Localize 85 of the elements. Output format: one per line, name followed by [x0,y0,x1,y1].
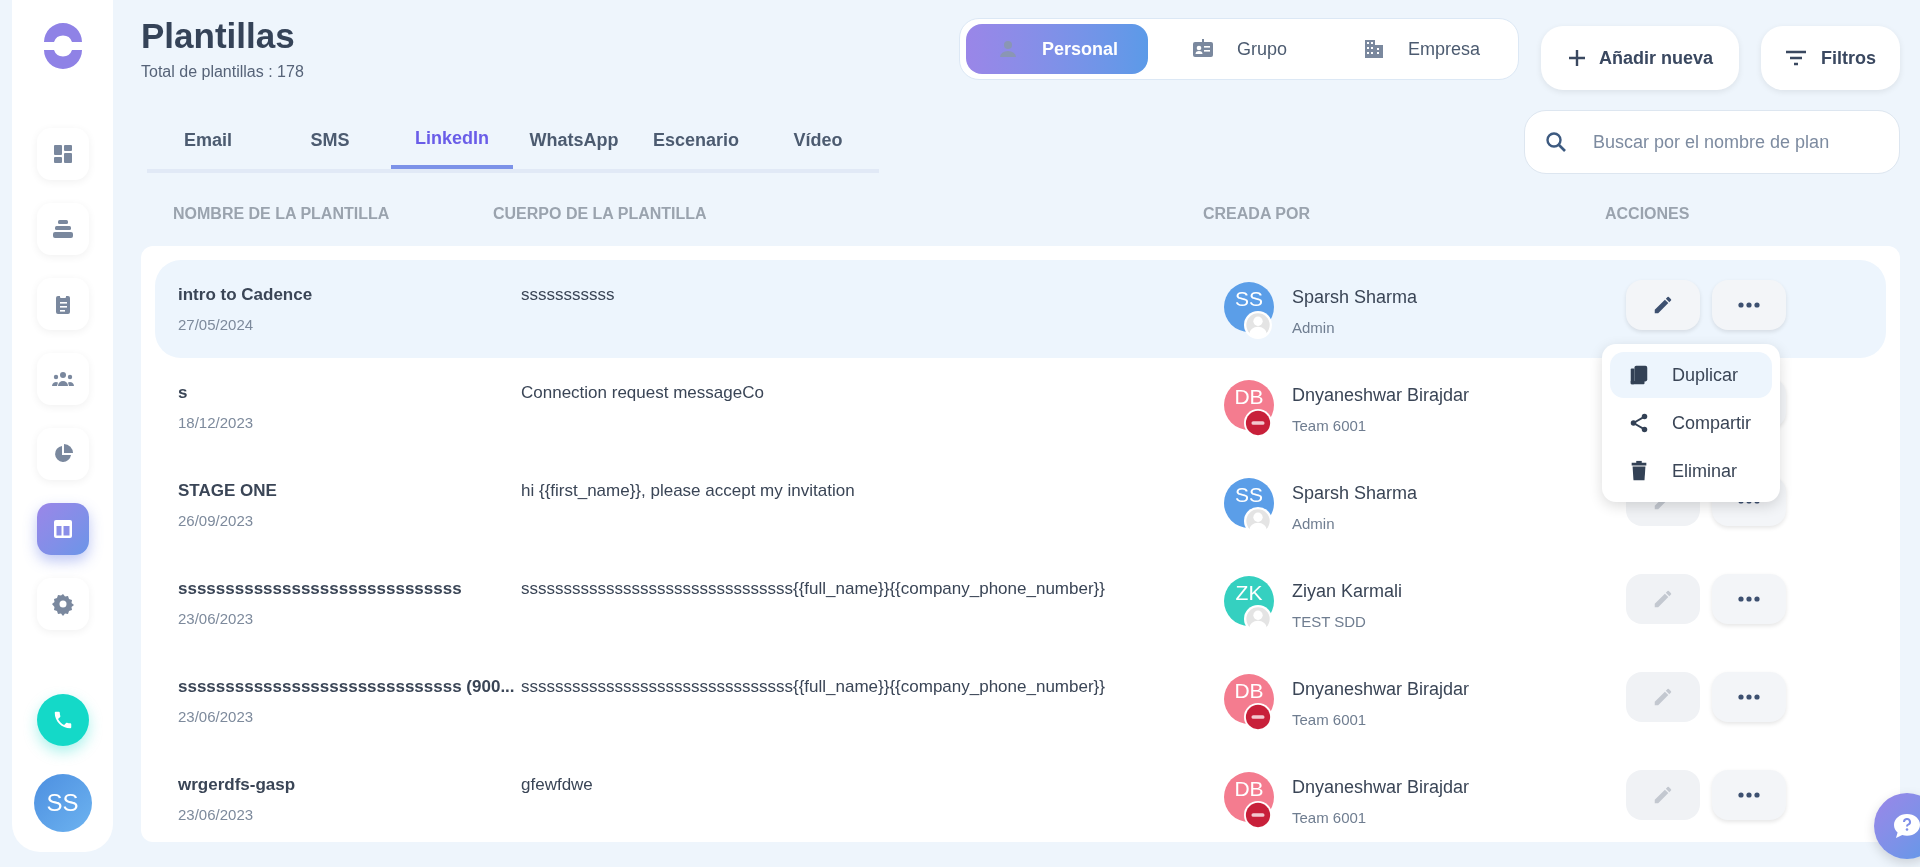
channel-tab[interactable]: WhatsApp [513,111,635,169]
creator-name: Sparsh Sharma [1292,482,1418,505]
sidebar-nav-button[interactable] [36,578,89,630]
plus-icon [1566,48,1587,68]
selected-row-background[interactable]: intro to Cadence 27/05/2024 sssssssssss SS Sparsh Sharma Admin [155,260,1886,358]
sidebar-nav-button[interactable] [36,278,89,330]
template-date: 27/05/2024 [178,314,254,335]
creator-role: Team 6001 [1292,416,1367,436]
creator-role: Admin [1292,514,1335,534]
template-name: s [178,382,188,404]
filter-button[interactable]: Filtros [1761,26,1900,90]
pencil-icon [1652,588,1674,610]
scope-tab[interactable]: Empresa [1329,24,1512,74]
template-body: ssssssssssssssssssssssssssssssss{{full_name}}{{company_phone_number}} [521,677,1105,696]
pencil-icon [1652,294,1674,316]
column-header: NOMBRE DE LA PLANTILLA [173,205,390,222]
search-icon [1544,130,1568,154]
table-row[interactable]: ssssssssssssssssssssssssssssss (900... 23/06/2023 ssssssssssssssssssssssssssssssss{{full_name}}{{company_phone_number}} DB Dnyaneshwar Birajdar Team 6001 [155,674,1600,732]
more-icon [1738,302,1760,308]
creator-role: Admin [1292,318,1335,338]
more-options-button[interactable] [1712,280,1786,330]
filter-icon [1785,50,1807,66]
channel-tab[interactable]: Email [147,111,269,169]
template-name: wrgerdfs-gasp [178,774,296,796]
search-field[interactable]: Buscar por el nombre de plan [1524,110,1900,174]
call-button[interactable] [36,694,89,746]
sidebar-nav-button[interactable] [36,503,89,555]
template-date: 23/06/2023 [178,706,254,727]
table-row[interactable]: s 18/12/2023 Connection request messageCo DB Dnyaneshwar Birajdar Team 6001 [155,380,1600,438]
sidebar-nav-button[interactable] [36,203,89,255]
column-header: ACCIONES [1605,205,1690,222]
channel-tab[interactable]: LinkedIn [391,111,513,169]
more-options-button[interactable] [1712,672,1786,722]
template-body: hi {{first_name}}, please accept my invitation [521,481,855,500]
creator-name: Sparsh Sharma [1292,286,1418,309]
template-body: gfewfdwe [521,775,593,794]
template-body: ssssssssssssssssssssssssssssssss{{full_name}}{{company_phone_number}} [521,579,1105,598]
pencil-icon [1652,686,1674,708]
menu-item[interactable]: Eliminar [1610,448,1772,494]
template-date: 18/12/2023 [178,412,254,433]
creator-role: TEST SDD [1292,612,1366,632]
edit-button[interactable] [1626,280,1700,330]
template-name: ssssssssssssssssssssssssssssss [178,578,462,600]
share-icon [1628,411,1650,435]
more-options-button[interactable] [1712,770,1786,820]
channel-tab[interactable]: Escenario [635,111,757,169]
creator-name: Dnyaneshwar Birajdar [1292,776,1470,799]
template-name: ssssssssssssssssssssssssssssss (900... [178,676,515,698]
column-header: CREADA POR [1203,205,1310,222]
creator-role: Team 6001 [1292,808,1367,828]
template-date: 26/09/2023 [178,510,254,531]
creator-name: Dnyaneshwar Birajdar [1292,384,1470,407]
creator-name: Dnyaneshwar Birajdar [1292,678,1470,701]
template-body: Connection request messageCo [521,383,764,402]
menu-item[interactable]: Compartir [1610,400,1772,446]
channel-tab[interactable]: Vídeo [757,111,879,169]
table-row[interactable]: ssssssssssssssssssssssssssssss 23/06/2023 ssssssssssssssssssssssssssssssss{{full_name}}{{company_phone_number}} ZK Ziyan Karmali TEST SDD [155,576,1600,634]
column-header: CUERPO DE LA PLANTILLA [493,205,707,222]
add-new-button[interactable]: Añadir nueva [1540,26,1739,90]
more-options-button[interactable] [1712,574,1786,624]
template-name: intro to Cadence [178,284,313,306]
more-icon [1738,694,1760,700]
scope-tab[interactable]: Grupo [1147,24,1330,74]
page-title: Plantillas [141,15,296,57]
menu-item[interactable]: Duplicar [1610,352,1772,398]
stack-icon [50,217,75,241]
template-body: sssssssssss [521,285,615,304]
creator-name: Ziyan Karmali [1292,580,1403,603]
creator-role: Team 6001 [1292,710,1367,730]
table-row[interactable]: wrgerdfs-gasp 23/06/2023 gfewfdwe DB Dnyaneshwar Birajdar Team 6001 [155,772,1600,830]
table-row[interactable]: STAGE ONE 26/09/2023 hi {{first_name}}, please accept my invitation SS Sparsh Sharma Admin [155,478,1600,536]
help-chat-icon [1892,812,1920,840]
more-icon [1738,792,1760,798]
channel-tab[interactable]: SMS [269,111,391,169]
copy-icon [1628,363,1650,387]
sidebar-nav-button[interactable] [36,428,89,480]
template-date: 23/06/2023 [178,804,254,825]
template-count: Total de plantillas : 178 [141,62,304,82]
more-icon [1738,596,1760,602]
sidebar-nav-button[interactable] [36,353,89,405]
pencil-icon [1652,784,1674,806]
settings-icon [50,592,75,616]
template-name: STAGE ONE [178,480,277,502]
sidebar-nav-button[interactable] [36,128,89,180]
template-date: 23/06/2023 [178,608,254,629]
